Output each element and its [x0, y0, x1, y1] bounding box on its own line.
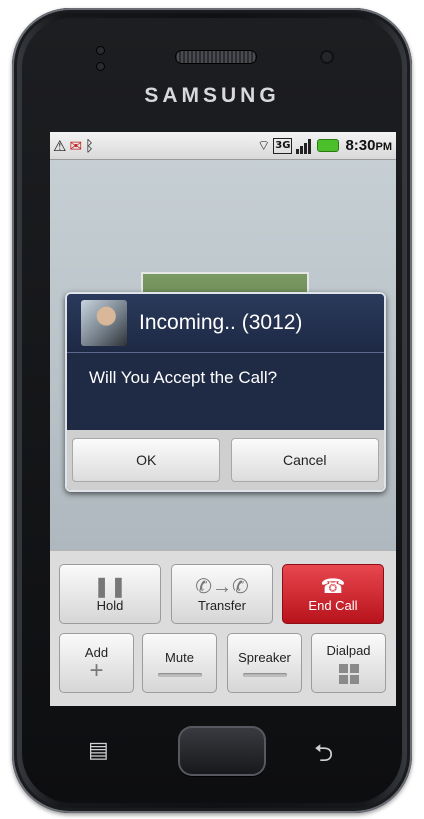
hold-label: Hold: [96, 597, 124, 613]
earpiece-speaker: [175, 50, 257, 64]
back-key-icon[interactable]: ⮌: [314, 736, 333, 777]
plus-icon: +: [89, 656, 104, 684]
transfer-label: Transfer: [198, 597, 246, 613]
pause-icon: ❚❚: [93, 575, 127, 598]
screen: ⚠ ✉ ᛒ ⌔ 3G 8:30PM Incoming.. (3012) Will…: [50, 132, 396, 706]
add-button[interactable]: Add +: [59, 633, 134, 693]
end-call-button[interactable]: ☎ End Call: [282, 564, 384, 624]
brand-logo: SAMSUNG: [144, 84, 280, 107]
dialog-button-bar: OK Cancel: [67, 430, 384, 490]
caller-avatar: [81, 300, 127, 346]
status-bar: ⚠ ✉ ᛒ ⌔ 3G 8:30PM: [50, 132, 396, 160]
transfer-icon: ✆→✆: [195, 575, 249, 598]
wifi-icon: ⌔: [257, 137, 271, 154]
dialog-header: Incoming.. (3012): [67, 294, 384, 353]
speaker-indicator: [242, 672, 287, 677]
proximity-sensor: [96, 46, 105, 55]
signal-icon: [296, 138, 312, 154]
light-sensor: [96, 62, 105, 71]
mute-label: Mute: [165, 649, 194, 665]
dialpad-label: Dialpad: [326, 642, 371, 658]
ok-button[interactable]: OK: [72, 438, 221, 482]
cancel-button[interactable]: Cancel: [230, 438, 379, 482]
transfer-button[interactable]: ✆→✆ Transfer: [171, 564, 273, 624]
dialog-message: Will You Accept the Call?: [89, 368, 278, 387]
mute-indicator: [157, 672, 202, 677]
end-call-label: End Call: [308, 597, 358, 613]
front-camera: [320, 50, 334, 64]
battery-icon: [317, 139, 340, 152]
call-controls: ❚❚ Hold ✆→✆ Transfer ☎ End Call Add + Mu…: [50, 550, 396, 706]
speaker-label: Spreaker: [238, 649, 291, 665]
bluetooth-icon: ᛒ: [85, 136, 95, 155]
home-button[interactable]: [178, 726, 266, 776]
dialpad-button[interactable]: Dialpad: [311, 633, 386, 693]
hold-button[interactable]: ❚❚ Hold: [59, 564, 161, 624]
speaker-button[interactable]: Spreaker: [227, 633, 302, 693]
3g-icon: 3G: [273, 137, 293, 154]
status-time: 8:30PM: [345, 137, 392, 154]
warning-icon: ⚠: [53, 136, 67, 155]
menu-key-icon[interactable]: ▤: [88, 738, 109, 763]
incoming-call-dialog: Incoming.. (3012) Will You Accept the Ca…: [65, 292, 386, 492]
missed-call-icon: ✉: [69, 136, 83, 155]
hang-up-icon: ☎: [320, 575, 346, 598]
mute-button[interactable]: Mute: [142, 633, 217, 693]
dialog-title: Incoming.. (3012): [139, 311, 303, 334]
dialpad-icon: [338, 663, 359, 684]
